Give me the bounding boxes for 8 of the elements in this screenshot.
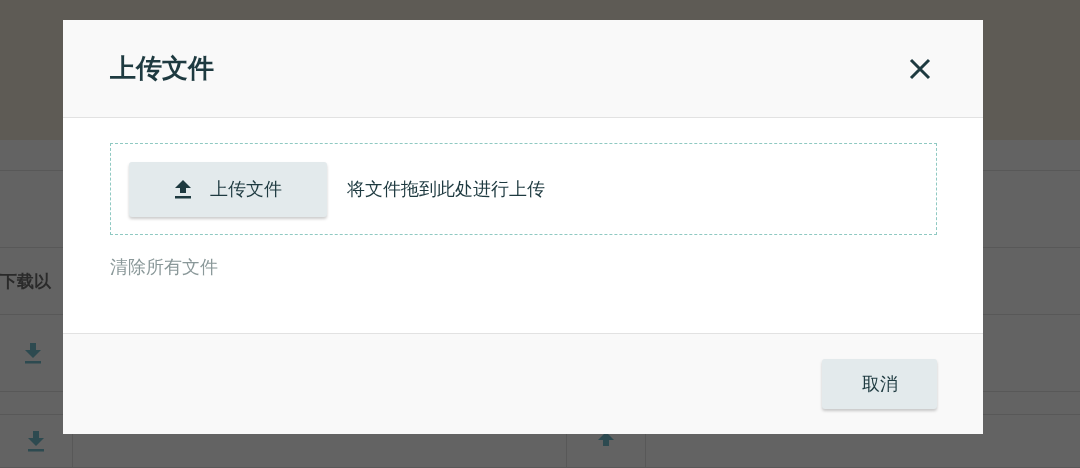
row-label: 下载以 [0,269,51,293]
upload-icon [174,179,192,199]
close-icon[interactable] [909,57,931,80]
drop-hint: 将文件拖到此处进行上传 [347,177,545,201]
dialog-title: 上传文件 [110,52,214,85]
cancel-button[interactable]: 取消 [822,359,937,409]
drop-zone[interactable]: 上传文件 将文件拖到此处进行上传 [110,143,937,235]
upload-button[interactable]: 上传文件 [129,161,327,217]
